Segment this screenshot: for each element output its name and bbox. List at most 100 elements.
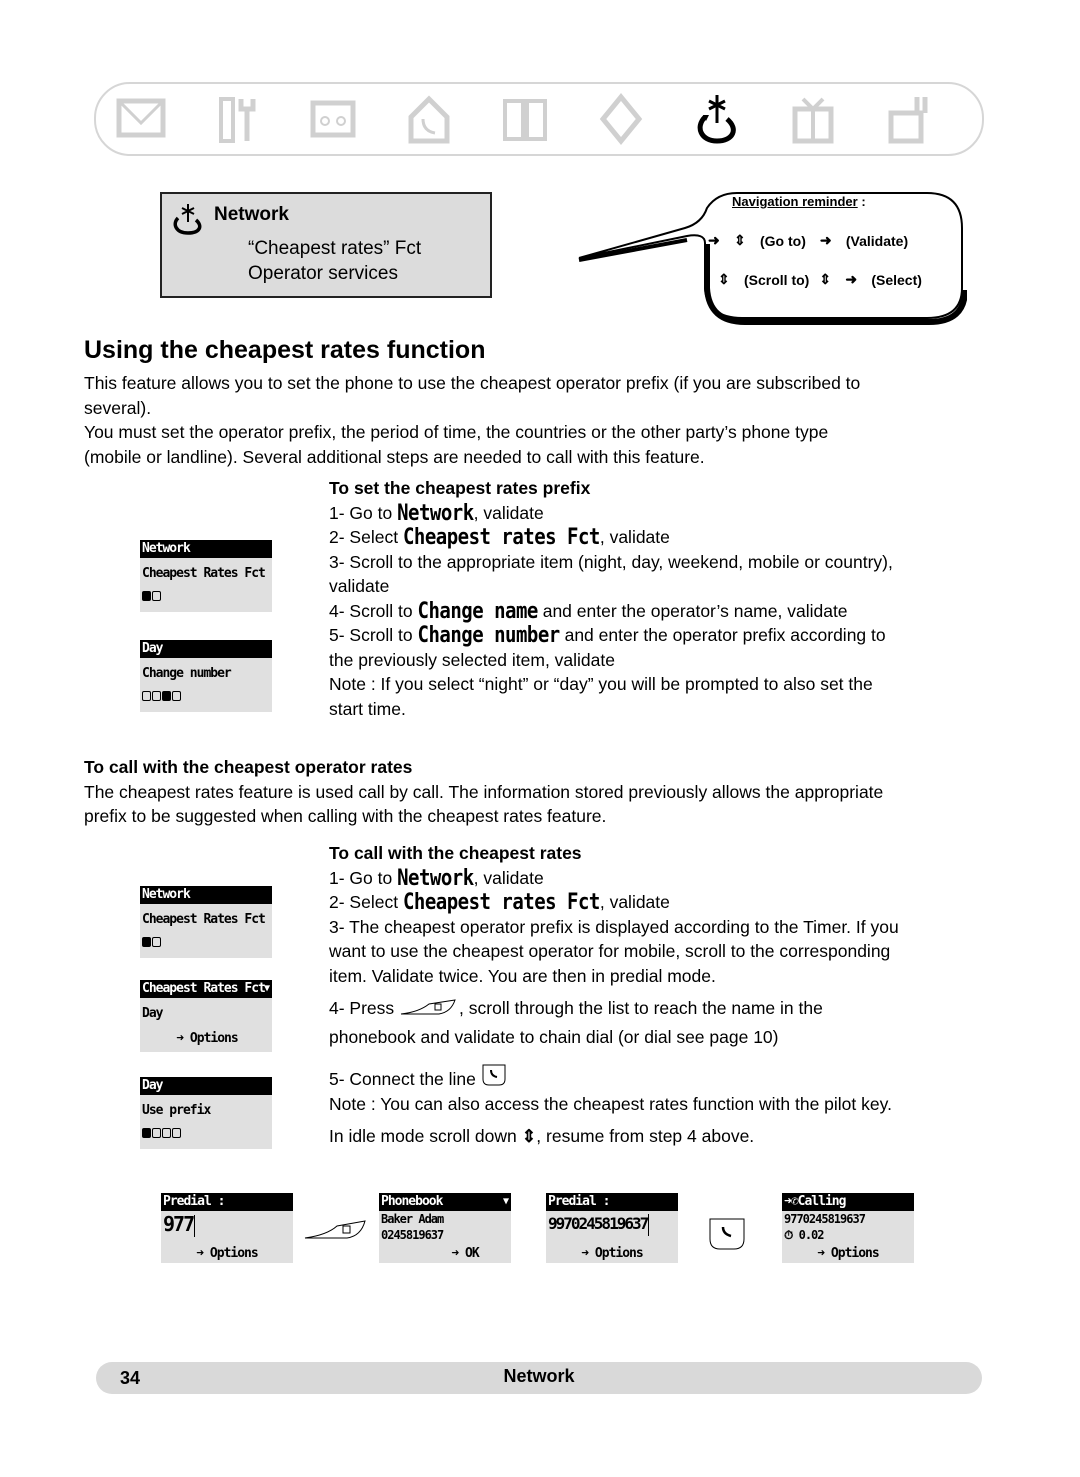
nav-scroll-to-label: (Scroll to) (744, 272, 810, 288)
intro-paragraph-1: This feature allows you to set the phone… (84, 371, 860, 420)
step-3-cont: want to use the cheapest operator for mo… (329, 941, 891, 961)
nav-row-goto-validate: ➜ ⇕ (Go to) ➜ (Validate) (708, 232, 908, 250)
number-text: 9970245819637 (548, 1214, 649, 1233)
step-4: 4- Press , scroll through the list to re… (329, 996, 969, 1021)
screen-header: ➜✆Calling (782, 1193, 914, 1211)
step-5-cont: the previously selected item, validate (329, 649, 615, 670)
network-box-item: Operator services (248, 263, 398, 284)
text: , resume from step 4 above. (536, 1126, 755, 1146)
page-heading: Using the cheapest rates function (84, 336, 486, 364)
scroll-arrow-icon: ▼ (263, 983, 270, 994)
step-4-cont: phonebook and validate to chain dial (or… (329, 1026, 779, 1047)
scroll-down-key-icon: ⇕ (521, 1126, 537, 1146)
network-box-item: “Cheapest rates” Fct (248, 238, 422, 259)
softkey: ➜ OK (451, 1246, 480, 1261)
text: , validate (473, 502, 544, 523)
lcd-screen-day: Day Use prefix (140, 1077, 272, 1149)
text: 2- Select (329, 892, 403, 912)
text: , validate (473, 867, 544, 888)
text-line: This feature allows you to set the phone… (84, 373, 861, 393)
lcd-screen-predial-full: Predial : 9970245819637 ➜ Options (546, 1193, 678, 1263)
lcd-screen-calling: ➜✆Calling 9770245819637 ⏱ 0.02 ➜ Options (782, 1193, 914, 1263)
softkey-label: OK (465, 1246, 480, 1261)
contact-number: 0245819637 (381, 1228, 444, 1242)
step-3: 3- Scroll to the appropriate item (night… (329, 551, 893, 572)
note: Note : You can also access the cheapest … (329, 1093, 892, 1114)
indicator-dot (162, 1128, 171, 1138)
nav-title-text: Navigation reminder (732, 194, 858, 209)
screen-header: Predial : (546, 1193, 678, 1211)
menu-icon-bar (94, 82, 984, 156)
text-line: The cheapest rates feature is used call … (84, 781, 884, 802)
indicator-dot (142, 591, 151, 601)
step-1: 1- Go to Network, validate (329, 865, 969, 890)
text-line: You must set the operator prefix, the pe… (84, 422, 829, 442)
position-indicator (140, 937, 272, 947)
screen-header: Phonebook ▼ (379, 1193, 511, 1211)
call-cheapest-section: To call with the cheapest rates 1- Go to… (329, 841, 969, 1149)
section-name: Network (503, 1366, 575, 1386)
right-key-icon: ➜ (845, 271, 858, 287)
call-operator-title: To call with the cheapest operator rates (84, 757, 413, 777)
lcd-term: Change number (417, 622, 561, 648)
screen-header-text: Phonebook (381, 1194, 443, 1209)
text: In idle mode scroll down (329, 1126, 522, 1146)
scroll-key-icon: ⇕ (734, 232, 746, 248)
calling-number: 9770245819637 (784, 1212, 866, 1226)
scroll-key-icon: ⇕ (718, 271, 730, 287)
contact-name: Baker Adam (381, 1212, 444, 1226)
gift-icon (782, 90, 844, 148)
answering-machine-icon (302, 90, 364, 148)
home-phone-icon (398, 90, 460, 148)
timer-value: 0.02 (798, 1228, 825, 1242)
navigation-reminder-title: Navigation reminder : (732, 194, 866, 209)
screen-header: Day (140, 1077, 272, 1095)
note-cont: start time. (329, 698, 406, 719)
softkey-label: Options (594, 1246, 644, 1261)
softkey-label: Options (209, 1246, 259, 1261)
nav-select-label: (Select) (871, 272, 922, 288)
softkey: ➜ Options (581, 1246, 644, 1261)
softkey: ➜ Options (196, 1246, 259, 1261)
text: 1- Go to (329, 502, 398, 523)
validate-key-icon: ➜ (819, 232, 832, 248)
screen-header-text: Calling (797, 1194, 847, 1209)
lcd-screen-day: Day Change number (140, 640, 272, 712)
lcd-term: Cheapest rates Fct (402, 889, 600, 915)
call-operator-section: To call with the cheapest operator rates… (84, 755, 883, 829)
phonebook-icon (494, 90, 556, 148)
page-footer: 34 Network (96, 1362, 982, 1394)
indicator-dot (152, 937, 161, 947)
indicator-dot (172, 691, 181, 701)
indicator-dot (172, 1128, 181, 1138)
step-3-cont: item. Validate twice. You are then in pr… (329, 965, 716, 986)
calls-icon (590, 90, 652, 148)
indicator-dot (162, 691, 171, 701)
text-line: (mobile or landline). Several additional… (84, 446, 705, 467)
timer-icon: ⏱ (784, 1228, 793, 1242)
screen-header: Network (140, 540, 272, 558)
call-key-icon (709, 1218, 745, 1250)
predial-number: 9970245819637 (546, 1211, 678, 1237)
text-line: several). (84, 397, 152, 418)
indicator-dot (152, 1128, 161, 1138)
screen-row: Cheapest Rates Fct (142, 912, 266, 927)
nav-title-suffix: : (857, 194, 866, 209)
step-3: 3- The cheapest operator prefix is displ… (329, 916, 899, 937)
text: 5- Connect the line (329, 1069, 481, 1089)
text: and enter the operator prefix according … (559, 625, 886, 645)
screen-row: Use prefix (142, 1103, 211, 1118)
position-indicator (140, 591, 272, 601)
lcd-screen-network: Network Cheapest Rates Fct (140, 540, 272, 612)
phonebook-key-icon (400, 999, 456, 1015)
text: , validate (599, 892, 670, 912)
step-3-cont: validate (329, 576, 390, 596)
text-cursor (194, 1214, 196, 1237)
screen-header: Cheapest Rates Fct ▼ (140, 980, 272, 998)
step-2: 2- Select Cheapest rates Fct, validate (329, 889, 969, 915)
screen-row: Change number (142, 666, 232, 681)
text: 5- Scroll to (329, 625, 418, 645)
predial-number: 977 (161, 1211, 293, 1237)
indicator-dot (152, 591, 161, 601)
lcd-screen-cheapest-rates: Cheapest Rates Fct ▼ Day ➜ Options (140, 980, 272, 1052)
